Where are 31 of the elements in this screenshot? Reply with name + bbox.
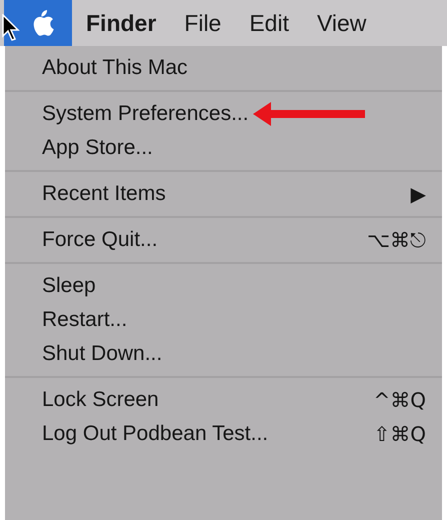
menu-bar-item[interactable]: Edit <box>235 0 303 46</box>
menu-item[interactable]: System Preferences... <box>5 97 442 131</box>
app-menu[interactable]: Finder <box>72 0 170 46</box>
menu-bar-item[interactable]: View <box>302 0 380 46</box>
menu-item[interactable]: Log Out Podbean Test... ⇧⌘Q <box>5 417 442 451</box>
shortcut-label: ⇧⌘Q <box>374 421 426 448</box>
menu-item-label: Shut Down... <box>42 341 162 368</box>
apple-menu-button[interactable] <box>4 0 72 46</box>
menu-item[interactable]: Restart... <box>5 303 442 337</box>
menu-item-label: About This Mac <box>42 55 188 82</box>
menu-item-label: Log Out Podbean Test... <box>42 421 268 448</box>
mouse-pointer-icon <box>2 14 22 42</box>
shortcut-label: ^⌘Q <box>374 387 426 414</box>
menu-item-label: Recent Items <box>42 181 166 208</box>
menu-item[interactable]: Force Quit... ⌥⌘⎋ <box>5 223 442 257</box>
menu-item-label: Lock Screen <box>42 387 159 414</box>
menu-item[interactable]: Lock Screen ^⌘Q <box>5 383 442 417</box>
shortcut-label: ▶ <box>410 181 426 208</box>
menu-item-label: System Preferences... <box>42 101 249 128</box>
shortcut-label: ⌥⌘⎋ <box>366 227 426 254</box>
menu-item-label: Sleep <box>42 273 96 300</box>
menu-item[interactable]: Recent Items ▶ <box>5 177 442 211</box>
menu-item[interactable]: App Store... <box>5 131 442 165</box>
menu-item[interactable]: About This Mac <box>5 51 442 85</box>
menu-item-label: App Store... <box>42 135 153 162</box>
menu-item-label: Restart... <box>42 307 128 334</box>
apple-logo-icon <box>32 10 54 36</box>
menu-item[interactable]: Shut Down... <box>5 337 442 371</box>
menu-bar-item[interactable]: File <box>170 0 236 46</box>
menu-item[interactable]: Sleep <box>5 269 442 303</box>
menu-item-label: Force Quit... <box>42 227 158 254</box>
